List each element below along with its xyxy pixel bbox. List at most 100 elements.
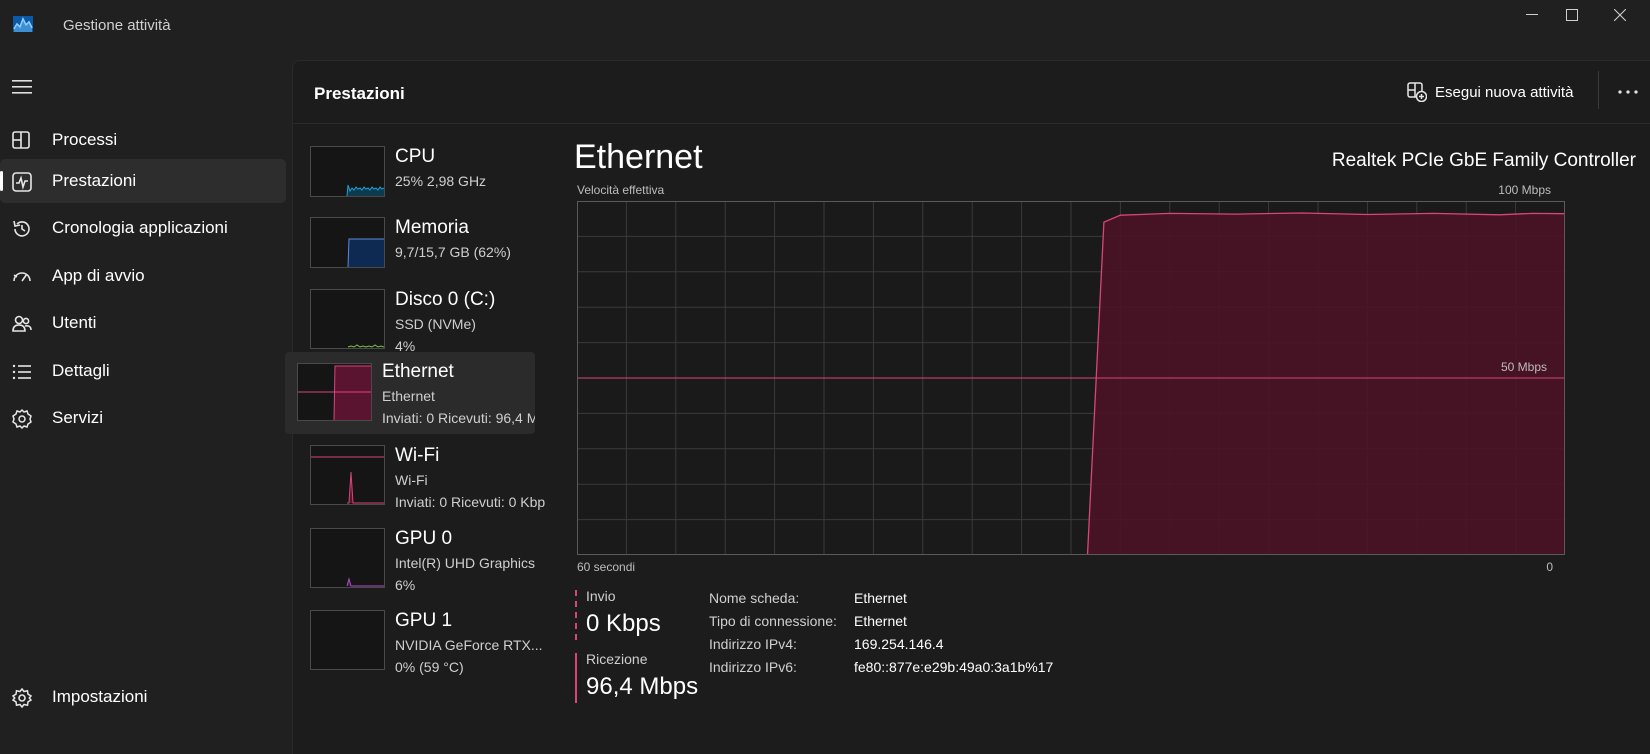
prop-key: Tipo di connessione: xyxy=(709,613,837,629)
nav-item-dettagli[interactable]: Dettagli xyxy=(0,349,286,393)
perf-thumbnail xyxy=(310,528,385,588)
perf-detail: 25% 2,98 GHz xyxy=(395,173,487,189)
perf-detail: 0% (59 °C) xyxy=(395,659,464,675)
nav-label: Cronologia applicazioni xyxy=(52,218,228,237)
close-button[interactable] xyxy=(1590,0,1650,30)
navigation-pane: Processi Prestazioni Cronologia applicaz… xyxy=(0,60,292,753)
send-value: 0 Kbps xyxy=(586,610,661,637)
history-icon xyxy=(13,220,30,237)
gear-icon xyxy=(11,687,33,709)
perf-detail: Intel(R) UHD Graphics xyxy=(395,555,536,571)
ethernet-mini-graph xyxy=(298,365,371,420)
graph-zero-label: 0 xyxy=(1546,560,1553,574)
wifi-mini-graph xyxy=(311,456,384,504)
perf-name: Disco 0 (C:) xyxy=(395,289,496,310)
prop-value: Ethernet xyxy=(854,613,907,629)
run-task-label: Esegui nuova attività xyxy=(1435,83,1574,101)
nav-item-impostazioni[interactable]: Impostazioni xyxy=(0,675,286,719)
nav-label: Prestazioni xyxy=(52,171,137,190)
perf-detail: 9,7/15,7 GB (62%) xyxy=(395,244,511,260)
graph-time-label: 60 secondi xyxy=(577,560,636,574)
perf-detail: Wi-Fi xyxy=(395,472,428,488)
window-title: Gestione attività xyxy=(63,17,171,34)
content-panel: Prestazioni Esegui nuova attività CPU 25… xyxy=(285,60,1650,754)
prop-value: 169.254.146.4 xyxy=(854,636,944,652)
perf-item-wifi[interactable]: Wi-Fi Wi-Fi Inviati: 0 Ricevuti: 0 Kbp xyxy=(298,436,548,518)
run-new-task-button[interactable]: Esegui nuova attività xyxy=(1407,75,1573,109)
perf-thumbnail xyxy=(310,217,385,268)
device-name: Realtek PCIe GbE Family Controller xyxy=(1331,150,1636,171)
title-bar: Gestione attività xyxy=(0,0,1650,52)
perf-item-memoria[interactable]: Memoria 9,7/15,7 GB (62%) xyxy=(298,208,548,290)
toolbar-separator xyxy=(1598,71,1599,109)
perf-name: Memoria xyxy=(395,217,469,238)
perf-detail: Inviati: 0 Ricevuti: 0 Kbp xyxy=(395,494,546,510)
receive-label: Ricezione xyxy=(586,651,648,667)
nav-item-prestazioni[interactable]: Prestazioni xyxy=(0,159,286,203)
nav-label: Utenti xyxy=(52,313,97,332)
new-task-icon xyxy=(1407,82,1427,102)
more-icon xyxy=(1618,90,1638,94)
perf-name: Ethernet xyxy=(382,361,454,382)
close-icon xyxy=(1614,9,1626,21)
receive-value: 96,4 Mbps xyxy=(586,673,699,700)
startup-icon xyxy=(13,272,31,282)
prop-key: Indirizzo IPv4: xyxy=(709,636,797,652)
perf-name: Wi-Fi xyxy=(395,445,440,466)
perf-thumbnail xyxy=(310,610,385,670)
nav-item-utenti[interactable]: Utenti xyxy=(0,301,286,345)
nav-item-cronologia[interactable]: Cronologia applicazioni xyxy=(0,206,286,250)
nav-item-app-avvio[interactable]: App di avvio xyxy=(0,254,286,298)
perf-name: GPU 1 xyxy=(395,610,453,631)
prop-value: fe80::877e:e29b:49a0:3a1b%17 xyxy=(854,659,1054,675)
details-icon xyxy=(12,364,31,380)
processes-icon xyxy=(12,131,30,149)
graph-mid-label: 50 Mbps xyxy=(1500,360,1547,374)
send-label: Invio xyxy=(586,588,616,604)
throughput-graph xyxy=(577,201,1565,555)
maximize-icon xyxy=(1566,9,1578,21)
nav-item-servizi[interactable]: Servizi xyxy=(0,396,286,440)
perf-item-gpu0[interactable]: GPU 0 Intel(R) UHD Graphics 6% xyxy=(298,519,548,601)
gpu0-mini-graph xyxy=(346,577,384,587)
send-indicator xyxy=(575,590,577,640)
perf-detail: Inviati: 0 Ricevuti: 96,4 M xyxy=(382,410,535,426)
perf-item-cpu[interactable]: CPU 25% 2,98 GHz xyxy=(298,137,548,219)
perf-item-gpu1[interactable]: GPU 1 NVIDIA GeForce RTX... 0% (59 °C) xyxy=(298,601,548,683)
perf-thumbnail xyxy=(310,445,385,505)
detail-title: Ethernet xyxy=(574,138,703,176)
nav-item-processi[interactable]: Processi xyxy=(0,118,286,162)
more-options-button[interactable] xyxy=(1611,75,1645,109)
perf-item-ethernet[interactable]: Ethernet Ethernet Inviati: 0 Ricevuti: 9… xyxy=(285,352,535,434)
nav-label: Processi xyxy=(52,130,118,149)
perf-item-disco[interactable]: Disco 0 (C:) SSD (NVMe) 4% xyxy=(298,280,548,362)
perf-detail: NVIDIA GeForce RTX... xyxy=(395,637,543,653)
perf-detail: SSD (NVMe) xyxy=(395,316,476,332)
task-manager-icon xyxy=(13,16,33,32)
prop-value: Ethernet xyxy=(854,590,907,606)
receive-indicator xyxy=(575,653,577,703)
memory-mini-graph xyxy=(347,238,384,267)
disk-mini-graph xyxy=(347,344,384,348)
nav-label: Impostazioni xyxy=(52,687,148,706)
perf-detail: 6% xyxy=(395,577,416,593)
perf-thumbnail xyxy=(297,363,372,421)
nav-label: Servizi xyxy=(52,408,104,427)
nav-label: App di avvio xyxy=(52,266,145,285)
perf-detail: Ethernet xyxy=(382,388,435,404)
services-icon xyxy=(12,408,32,430)
graph-title: Velocità effettiva xyxy=(577,183,665,197)
prop-key: Indirizzo IPv6: xyxy=(709,659,797,675)
prop-key: Nome scheda: xyxy=(709,590,800,606)
perf-name: CPU xyxy=(395,146,436,167)
users-icon xyxy=(12,315,32,332)
performance-icon xyxy=(12,172,32,192)
perf-thumbnail xyxy=(310,289,385,349)
perf-thumbnail xyxy=(310,146,385,197)
nav-label: Dettagli xyxy=(52,361,110,380)
page-title: Prestazioni xyxy=(314,84,405,103)
menu-icon[interactable] xyxy=(12,80,32,94)
header-divider xyxy=(293,123,1650,124)
cpu-mini-graph xyxy=(346,184,384,196)
graph-max-label: 100 Mbps xyxy=(1498,183,1551,197)
